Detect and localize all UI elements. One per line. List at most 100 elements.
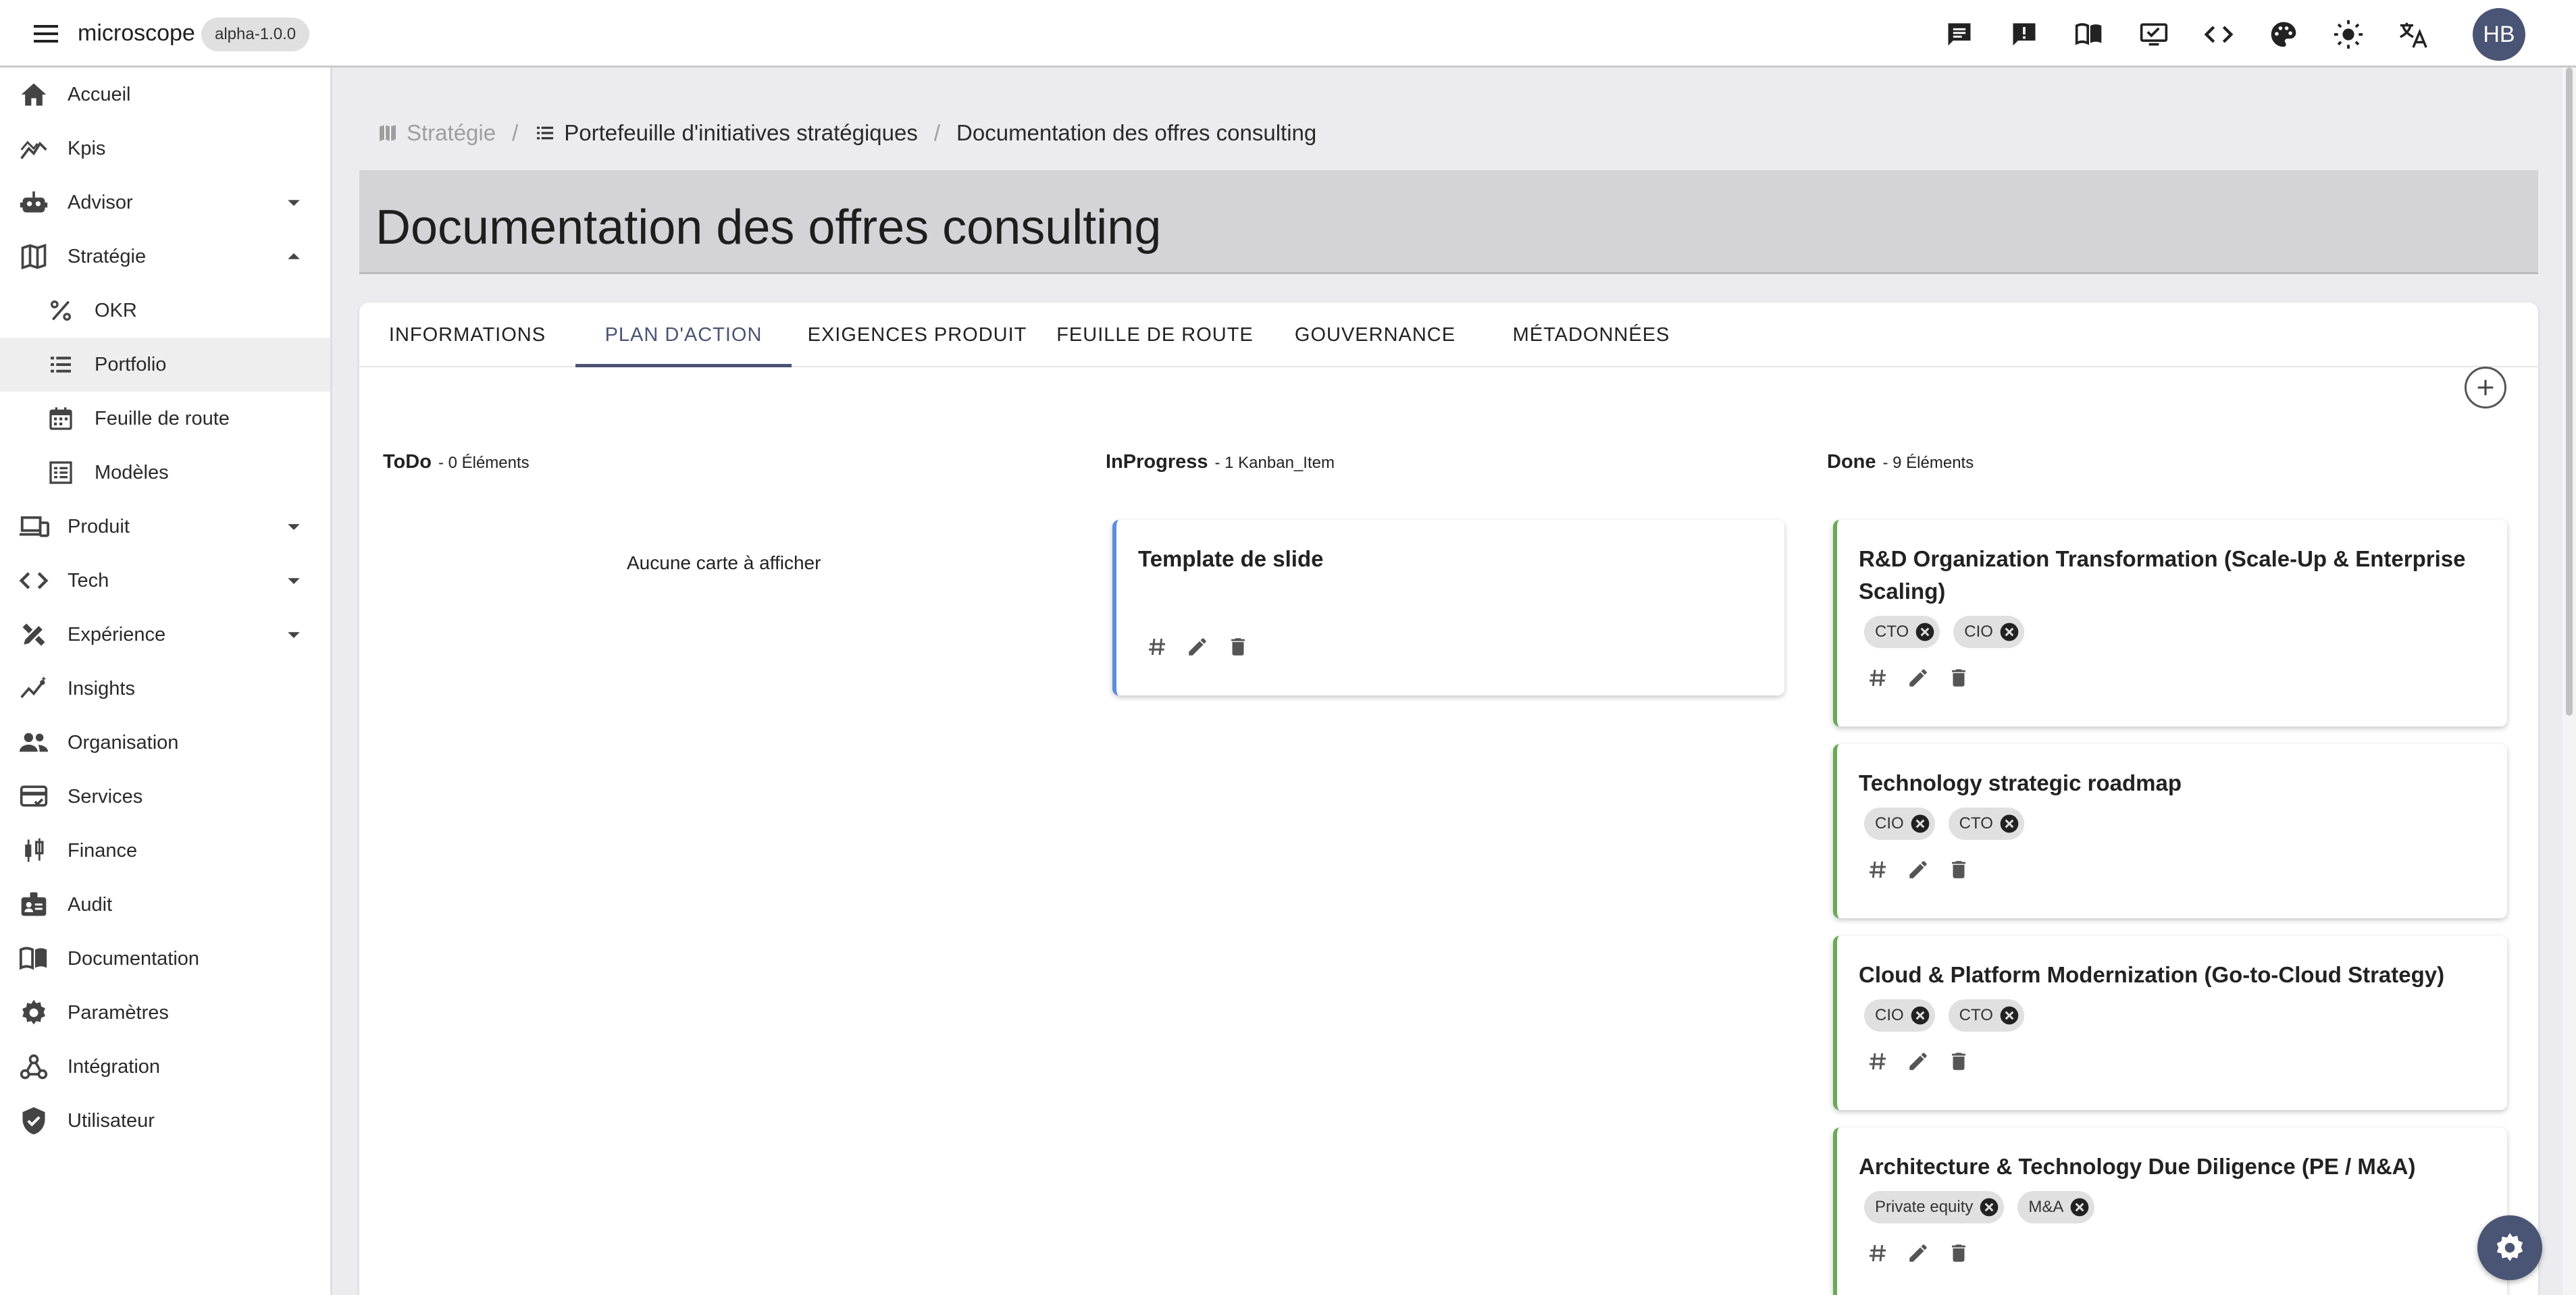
edit-icon[interactable] <box>1184 633 1211 660</box>
kanban-card[interactable]: Template de slide <box>1112 520 1784 695</box>
kanban-card[interactable]: Architecture & Technology Due Diligence … <box>1833 1128 2507 1295</box>
sidebar-item-label: Insights <box>68 677 135 699</box>
tag-label: CIO <box>1875 814 1904 832</box>
plus-icon <box>2474 376 2497 399</box>
close-icon[interactable] <box>1914 621 1936 643</box>
hashtag-icon[interactable] <box>1143 633 1170 660</box>
sidebar-item-feuille-de-route[interactable]: Feuille de route <box>0 392 330 446</box>
hashtag-icon[interactable] <box>1864 856 1891 883</box>
breadcrumb-item-current: Documentation des offres consulting <box>956 120 1316 146</box>
close-icon[interactable] <box>1999 813 2020 835</box>
kanban-card[interactable]: Cloud & Platform Modernization (Go-to-Cl… <box>1833 936 2507 1110</box>
edit-icon[interactable] <box>1905 664 1932 691</box>
sidebar-item-services[interactable]: Services <box>0 770 330 824</box>
sidebar-item-utilisateur[interactable]: Utilisateur <box>0 1094 330 1148</box>
card-title: Template de slide <box>1138 546 1324 571</box>
sidebar-item-parametres[interactable]: Paramètres <box>0 986 330 1040</box>
tab-exigences-produit[interactable]: EXIGENCES PRODUIT <box>792 302 1043 367</box>
tab-feuille-de-route[interactable]: FEUILLE DE ROUTE <box>1043 302 1267 367</box>
code-icon[interactable] <box>2202 18 2236 51</box>
sidebar-item-strategie[interactable]: Stratégie <box>0 230 330 284</box>
sidebar-item-label: Tech <box>68 569 109 591</box>
chevron-down-icon <box>284 571 304 591</box>
close-icon[interactable] <box>2069 1196 2090 1218</box>
avatar[interactable]: HB <box>2473 8 2525 61</box>
settings-fab-button[interactable] <box>2477 1215 2542 1280</box>
sidebar-item-accueil[interactable]: Accueil <box>0 68 330 122</box>
devices-icon <box>18 510 50 543</box>
breadcrumb-item-portefeuille[interactable]: Portefeuille d'initiatives stratégiques <box>534 120 918 146</box>
sidebar-item-produit[interactable]: Produit <box>0 500 330 554</box>
book-icon[interactable] <box>2072 18 2106 51</box>
sidebar-item-okr[interactable]: OKR <box>0 284 330 338</box>
map-icon <box>377 122 398 144</box>
close-icon[interactable] <box>1909 1005 1931 1026</box>
webhook-icon <box>18 1051 50 1083</box>
edit-icon[interactable] <box>1905 1048 1932 1075</box>
sidebar-item-modeles[interactable]: Modèles <box>0 446 330 500</box>
sidebar-item-label: Produit <box>68 515 130 537</box>
edit-icon[interactable] <box>1905 856 1932 883</box>
breadcrumb: Stratégie / Portefeuille d'initiatives s… <box>377 116 1316 150</box>
tab-gouvernance[interactable]: GOUVERNANCE <box>1267 302 1483 367</box>
hashtag-icon[interactable] <box>1864 1048 1891 1075</box>
insights-icon <box>18 672 50 705</box>
hashtag-icon[interactable] <box>1864 664 1891 691</box>
sidebar-item-tech[interactable]: Tech <box>0 554 330 608</box>
breadcrumb-item-strategie[interactable]: Stratégie <box>377 120 496 146</box>
close-icon[interactable] <box>1909 813 1931 835</box>
menu-icon[interactable] <box>26 18 66 50</box>
hashtag-icon[interactable] <box>1864 1240 1891 1267</box>
card-title: Technology strategic roadmap <box>1859 770 2182 795</box>
delete-icon[interactable] <box>1945 664 1972 691</box>
card-actions <box>1864 856 1972 883</box>
column-header-inprogress: InProgress - 1 Kanban_Item <box>1106 451 1335 478</box>
delete-icon[interactable] <box>1225 633 1252 660</box>
sidebar-item-integration[interactable]: Intégration <box>0 1040 330 1094</box>
delete-icon[interactable] <box>1945 856 1972 883</box>
sidebar-item-advisor[interactable]: Advisor <box>0 176 330 230</box>
close-icon[interactable] <box>1999 1005 2020 1026</box>
sidebar-item-kpis[interactable]: Kpis <box>0 122 330 176</box>
tab-plan-d-action[interactable]: PLAN D'ACTION <box>575 302 792 367</box>
palette-icon[interactable] <box>2267 18 2300 51</box>
delete-icon[interactable] <box>1945 1048 1972 1075</box>
tag-chip: CTO <box>1864 616 1940 648</box>
close-icon[interactable] <box>1978 1196 2000 1218</box>
card-tags: CIO CTO <box>1864 999 2024 1032</box>
feedback-icon[interactable] <box>2007 18 2041 51</box>
card-tags: Private equity M&A <box>1864 1191 2095 1223</box>
sidebar-item-finance[interactable]: Finance <box>0 824 330 878</box>
sidebar-item-organisation[interactable]: Organisation <box>0 716 330 770</box>
chart-icon <box>18 132 50 165</box>
monitor-check-icon[interactable] <box>2137 18 2171 51</box>
sidebar-item-label: Feuille de route <box>95 407 230 429</box>
code-icon <box>18 564 50 597</box>
sidebar-item-portfolio[interactable]: Portfolio <box>0 338 330 392</box>
add-column-button[interactable] <box>2465 367 2506 408</box>
card-actions <box>1864 1048 1972 1075</box>
app-name: microscope <box>78 20 195 46</box>
edit-icon[interactable] <box>1905 1240 1932 1267</box>
sidebar-item-experience[interactable]: Expérience <box>0 608 330 662</box>
empty-column-message: Aucune carte à afficher <box>627 552 821 573</box>
list-icon <box>534 122 556 144</box>
kanban-card[interactable]: R&D Organization Transformation (Scale-U… <box>1833 520 2507 726</box>
chat-icon[interactable] <box>1942 18 1976 51</box>
brightness-icon[interactable] <box>2332 18 2365 51</box>
sidebar-item-label: Kpis <box>68 137 106 159</box>
sidebar-item-insights[interactable]: Insights <box>0 662 330 716</box>
gear-icon <box>18 997 50 1029</box>
breadcrumb-label: Portefeuille d'initiatives stratégiques <box>564 120 918 145</box>
chevron-up-icon <box>284 246 304 267</box>
kanban-card[interactable]: Technology strategic roadmap CIO CTO <box>1833 744 2507 918</box>
tag-chip: M&A <box>2017 1191 2095 1223</box>
sidebar-item-documentation[interactable]: Documentation <box>0 932 330 986</box>
close-icon[interactable] <box>1999 621 2020 643</box>
tab-metadonnees[interactable]: MÉTADONNÉES <box>1483 302 1699 367</box>
scrollbar-thumb[interactable] <box>2566 68 2573 716</box>
delete-icon[interactable] <box>1945 1240 1972 1267</box>
sidebar-item-audit[interactable]: Audit <box>0 878 330 932</box>
tab-informations[interactable]: INFORMATIONS <box>359 302 575 367</box>
translate-icon[interactable] <box>2396 18 2430 51</box>
